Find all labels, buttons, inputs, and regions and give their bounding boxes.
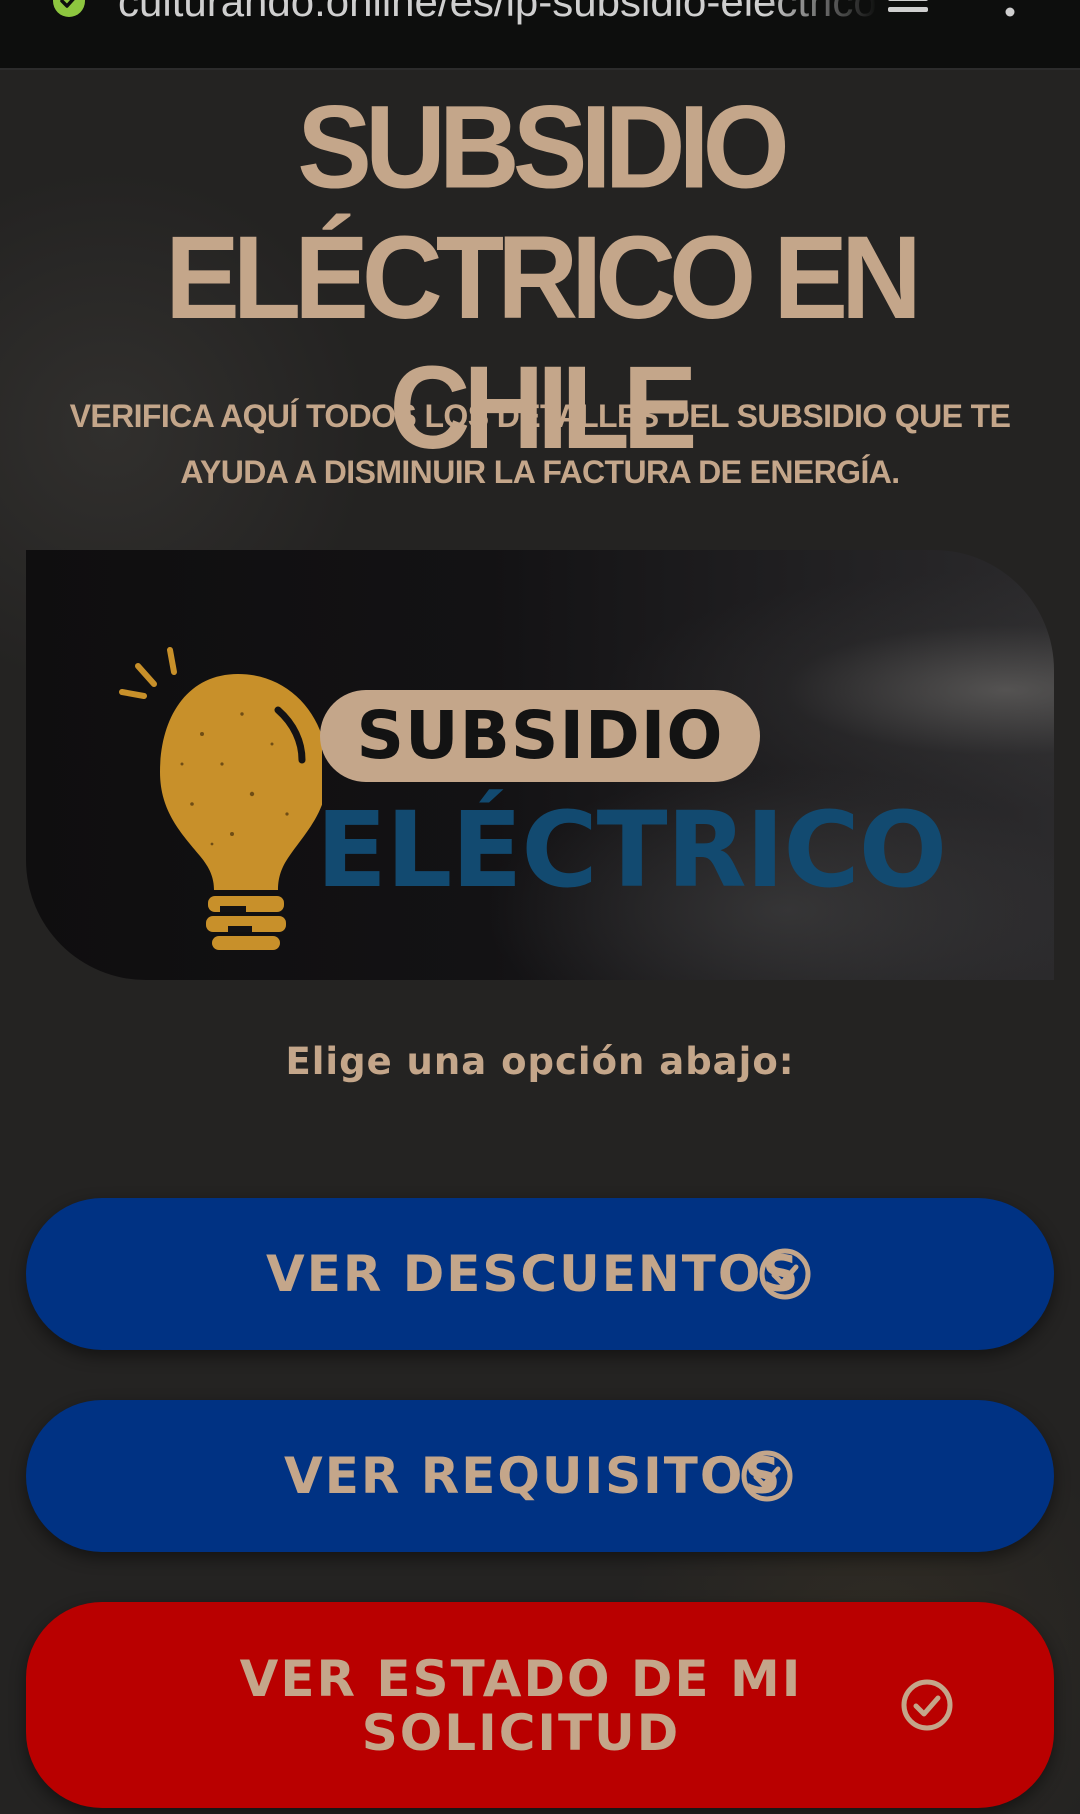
check-circle-icon bbox=[759, 1248, 811, 1300]
browser-url-bar[interactable]: culturando.online/es/lp-subsidio-electri… bbox=[0, 0, 1080, 70]
ver-estado-solicitud-button[interactable]: VER ESTADO DE MI SOLICITUD bbox=[26, 1602, 1054, 1808]
button-label: VER REQUISITOS bbox=[284, 1447, 783, 1505]
page-subtitle: VERIFICA AQUÍ TODOS LOS DETALLES DEL SUB… bbox=[69, 398, 1011, 490]
check-circle-icon bbox=[901, 1679, 953, 1731]
lightbulb-icon bbox=[119, 647, 322, 950]
ver-requisitos-button[interactable]: VER REQUISITOS bbox=[26, 1400, 1054, 1552]
check-circle-icon bbox=[741, 1450, 793, 1502]
page: culturando.online/es/lp-subsidio-electri… bbox=[0, 0, 1080, 1814]
banner-image: SUBSIDIO ELÉCTRICO bbox=[26, 550, 1054, 980]
url-text[interactable]: culturando.online/es/lp-subsidio-electri… bbox=[118, 0, 878, 26]
logo-text-electrico: ELÉCTRICO bbox=[316, 789, 947, 911]
button-label: VER ESTADO DE MI SOLICITUD bbox=[239, 1650, 803, 1762]
choose-option-prompt: Elige una opción abajo: bbox=[285, 1040, 795, 1083]
logo-text-subsidio: SUBSIDIO bbox=[356, 697, 724, 774]
button-label: VER DESCUENTOS bbox=[266, 1245, 801, 1303]
ver-descuentos-button[interactable]: VER DESCUENTOS bbox=[26, 1198, 1054, 1350]
menu-icon[interactable] bbox=[888, 0, 928, 16]
secure-connection-icon[interactable] bbox=[52, 0, 86, 18]
more-options-icon[interactable] bbox=[1000, 0, 1020, 20]
